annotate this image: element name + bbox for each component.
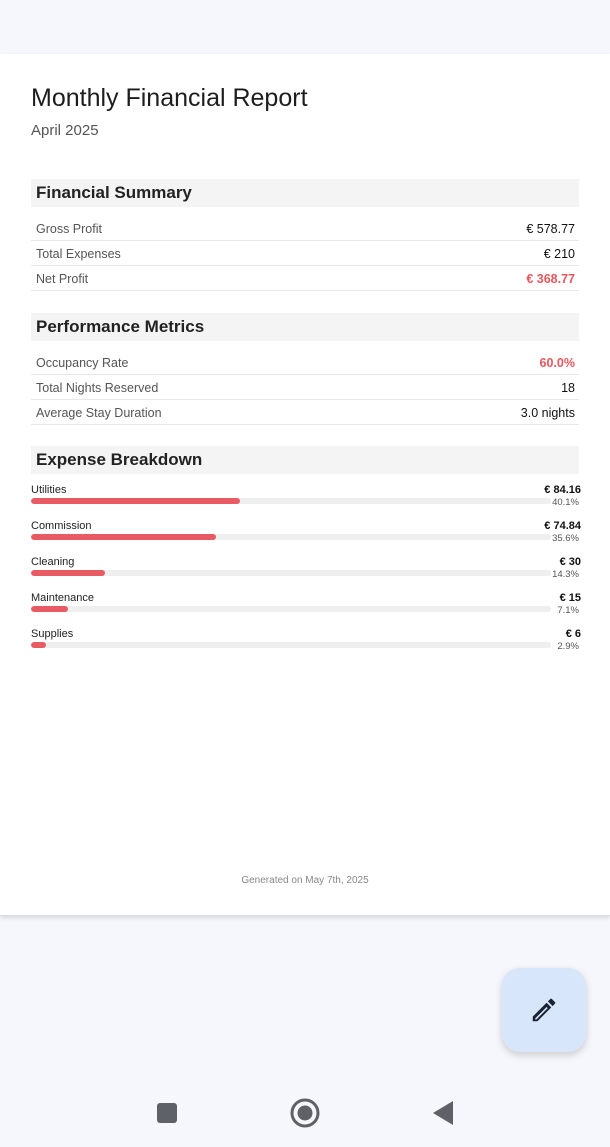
recents-square-icon (157, 1103, 177, 1123)
expense-amount: € 6 (565, 628, 581, 640)
expense-row-maintenance: Maintenance € 15 7.1% (31, 592, 581, 622)
expense-row-cleaning: Cleaning € 30 14.3% (31, 556, 581, 586)
expense-bar-track (31, 498, 551, 504)
pencil-icon (532, 998, 556, 1022)
expense-amount: € 15 (559, 592, 581, 604)
expense-bar-track (31, 570, 551, 576)
expense-bar-fill (31, 642, 47, 648)
expense-percent: 14.3% (552, 569, 579, 580)
expense-amount: € 74.84 (544, 520, 581, 532)
back-triangle-icon (433, 1101, 453, 1125)
expense-bar-fill (31, 606, 68, 612)
report-period: April 2025 (31, 122, 99, 139)
metric-row-occupancy-rate: Occupancy Rate 60.0% (31, 351, 579, 375)
generated-date-footer: Generated on May 7th, 2025 (241, 875, 369, 886)
metric-label: Occupancy Rate (36, 356, 129, 370)
summary-row-total-expenses: Total Expenses € 210 (31, 242, 579, 266)
expense-bar-fill (31, 570, 106, 576)
metric-row-total-nights: Total Nights Reserved 18 (31, 376, 579, 400)
report-card: Monthly Financial Report April 2025 Fina… (0, 54, 610, 916)
expense-bar-track (31, 606, 551, 612)
status-bar-area (0, 0, 610, 54)
expense-name: Supplies (31, 628, 74, 640)
home-circle-icon (290, 1098, 320, 1128)
summary-label: Gross Profit (36, 222, 102, 236)
metric-label: Average Stay Duration (36, 406, 162, 420)
metric-label: Total Nights Reserved (36, 381, 159, 395)
summary-value: € 210 (543, 247, 575, 261)
expense-percent: 35.6% (552, 533, 579, 544)
summary-row-net-profit: Net Profit € 368.77 (31, 267, 579, 291)
summary-label: Net Profit (36, 272, 89, 286)
expense-percent: 7.1% (557, 605, 579, 616)
expense-percent: 2.9% (557, 641, 579, 652)
summary-row-gross-profit: Gross Profit € 578.77 (31, 217, 579, 241)
expense-bar-fill (31, 534, 217, 540)
expense-percent: 40.1% (552, 497, 579, 508)
performance-metrics-header: Performance Metrics (31, 313, 579, 341)
expense-bar-fill (31, 498, 240, 504)
expense-name: Cleaning (31, 556, 75, 568)
home-button[interactable] (290, 1098, 320, 1128)
expense-amount: € 84.16 (544, 484, 581, 496)
expense-name: Commission (31, 520, 92, 532)
edit-fab-button[interactable] (502, 968, 586, 1052)
expense-amount: € 30 (559, 556, 581, 568)
expense-name: Utilities (31, 484, 67, 496)
expense-bar-track (31, 534, 551, 540)
summary-value: € 368.77 (526, 272, 575, 286)
metric-value: 18 (561, 381, 575, 395)
expense-row-utilities: Utilities € 84.16 40.1% (31, 484, 581, 514)
expense-bar-track (31, 642, 551, 648)
summary-value: € 578.77 (526, 222, 575, 236)
summary-label: Total Expenses (36, 247, 121, 261)
back-button[interactable] (428, 1098, 458, 1128)
expense-row-supplies: Supplies € 6 2.9% (31, 628, 581, 658)
expense-row-commission: Commission € 74.84 35.6% (31, 520, 581, 550)
recents-button[interactable] (152, 1098, 182, 1128)
expense-breakdown-header: Expense Breakdown (31, 446, 579, 474)
metric-value: 3.0 nights (520, 406, 575, 420)
expense-name: Maintenance (31, 592, 94, 604)
report-title: Monthly Financial Report (31, 84, 308, 112)
system-navigation-bar (0, 1080, 610, 1147)
metric-value: 60.0% (539, 356, 575, 370)
metric-row-average-stay: Average Stay Duration 3.0 nights (31, 401, 579, 425)
financial-summary-header: Financial Summary (31, 179, 579, 207)
